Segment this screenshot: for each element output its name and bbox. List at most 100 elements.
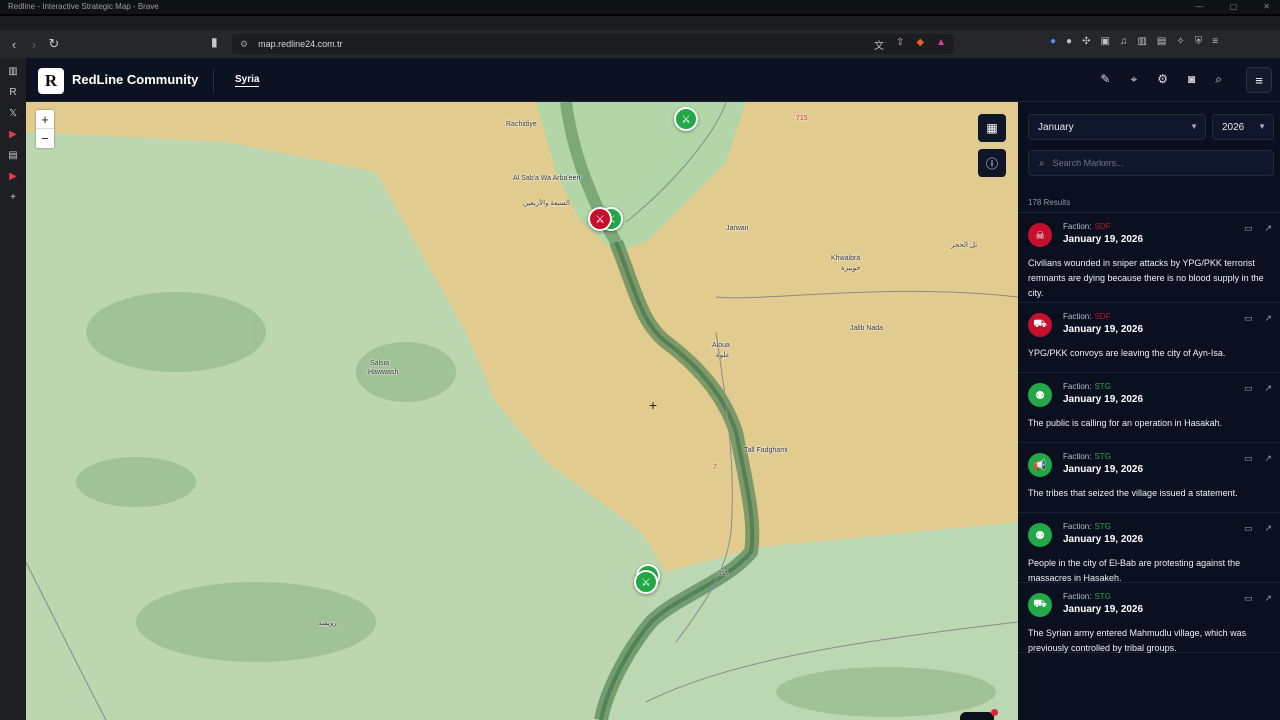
place-label: Hawwash bbox=[368, 369, 399, 376]
pin-icon[interactable]: ⌖ bbox=[1130, 72, 1137, 87]
rifle-icon: ⚔ bbox=[595, 213, 605, 226]
screenshot-icon[interactable]: ▣ bbox=[1100, 36, 1109, 47]
wallet-icon[interactable]: ▤ bbox=[1157, 36, 1166, 47]
minimize-icon[interactable]: — bbox=[1196, 0, 1204, 14]
item-description: The tribes that seized the village issue… bbox=[1028, 488, 1238, 498]
place-label: Jarwan bbox=[726, 225, 749, 232]
youtube-icon[interactable]: ▶ bbox=[9, 129, 17, 140]
video-icon[interactable]: ▭ bbox=[1244, 383, 1253, 394]
redline-badge[interactable]: R bbox=[960, 712, 994, 720]
item-description: YPG/PKK convoys are leaving the city of … bbox=[1028, 348, 1226, 358]
place-label: Rachidiye bbox=[506, 121, 537, 128]
camera-icon[interactable]: ◙ bbox=[1188, 72, 1195, 87]
map-layers-button[interactable]: ▦ bbox=[978, 114, 1006, 142]
extension-icon[interactable]: ● bbox=[1066, 36, 1072, 47]
external-link-icon[interactable]: ↗ bbox=[1264, 383, 1272, 394]
x-icon[interactable]: 𝕏 bbox=[9, 108, 17, 119]
map-icon: ▦ bbox=[986, 121, 998, 135]
zoom-out-button[interactable]: − bbox=[36, 129, 54, 148]
road-label: 7 bbox=[713, 464, 717, 471]
faction-line: Faction: STG bbox=[1063, 592, 1111, 601]
site-settings-icon[interactable]: ⚙ bbox=[240, 39, 248, 50]
item-date: January 19, 2026 bbox=[1063, 394, 1144, 405]
tab-syria[interactable]: Syria bbox=[235, 74, 260, 87]
feed-item[interactable]: ⛟ Faction: SDF January 19, 2026 ▭ ↗ YPG/PKK co… bbox=[1018, 303, 1280, 373]
feed-item[interactable]: 📢 Faction: STG January 19, 2026 ▭ ↗ The tribes… bbox=[1018, 443, 1280, 513]
brave-shields-icon[interactable]: ◆ bbox=[916, 37, 924, 52]
share-icon[interactable]: ⇪ bbox=[896, 37, 904, 52]
close-icon[interactable]: ✕ bbox=[1263, 0, 1270, 14]
faction-label: Faction: bbox=[1063, 522, 1092, 531]
map-marker[interactable]: ⚔ bbox=[588, 207, 612, 231]
map-marker[interactable]: ⚔ bbox=[674, 107, 698, 131]
browser-menu-icon[interactable]: ≡ bbox=[1212, 36, 1218, 47]
video-icon[interactable]: ▭ bbox=[1244, 593, 1253, 604]
back-icon[interactable]: ‹ bbox=[4, 34, 24, 54]
place-label: رويسة bbox=[318, 620, 337, 627]
reload-icon[interactable]: ↻ bbox=[44, 34, 64, 54]
wallet-icon[interactable]: ▤ bbox=[8, 150, 17, 161]
feed-item[interactable]: ⚉ Faction: STG January 19, 2026 ▭ ↗ The public… bbox=[1018, 373, 1280, 443]
external-link-icon[interactable]: ↗ bbox=[1264, 223, 1272, 234]
leo-icon[interactable]: ✧ bbox=[1176, 36, 1184, 47]
hamburger-icon[interactable]: ≡ bbox=[1246, 67, 1272, 93]
brave-rewards-icon[interactable]: ▲ bbox=[936, 37, 946, 52]
faction-name: SDF bbox=[1094, 222, 1111, 231]
gear-icon[interactable]: ⚙ bbox=[1157, 72, 1168, 87]
media-icon[interactable]: ♫ bbox=[1120, 36, 1128, 47]
map-marker[interactable]: ⚔ bbox=[634, 570, 658, 594]
external-link-icon[interactable]: ↗ bbox=[1264, 523, 1272, 534]
feed-item[interactable]: ⚉ Faction: STG January 19, 2026 ▭ ↗ People in … bbox=[1018, 513, 1280, 583]
faction-label: Faction: bbox=[1063, 312, 1092, 321]
forward-icon[interactable]: › bbox=[24, 34, 44, 54]
truck-icon: ⛟ bbox=[1028, 313, 1052, 337]
translate-icon[interactable]: 文 bbox=[874, 37, 884, 52]
faction-name: STG bbox=[1094, 452, 1111, 461]
extensions-icon[interactable]: ✣ bbox=[1082, 36, 1090, 47]
logo[interactable]: R bbox=[38, 68, 64, 94]
map-info-button[interactable]: ⓘ bbox=[978, 149, 1006, 177]
bookmark-icon[interactable]: ▮ bbox=[211, 35, 218, 49]
item-date: January 19, 2026 bbox=[1063, 234, 1144, 245]
maximize-icon[interactable]: ▢ bbox=[1230, 0, 1238, 14]
search-placeholder: Search Markers... bbox=[1052, 158, 1124, 168]
faction-name: STG bbox=[1094, 522, 1111, 531]
rifle-icon: ⚔ bbox=[641, 576, 651, 589]
address-bar[interactable]: ⚙ map.redline24.com.tr 文 ⇪ ◆ ▲ bbox=[232, 34, 954, 54]
faction-line: Faction: STG bbox=[1063, 522, 1111, 531]
external-link-icon[interactable]: ↗ bbox=[1264, 593, 1272, 604]
edit-icon[interactable]: ✎ bbox=[1100, 72, 1110, 87]
video-icon[interactable]: ▭ bbox=[1244, 313, 1253, 324]
sidebar-icon[interactable]: ▥ bbox=[1137, 36, 1146, 47]
video-icon[interactable]: ▭ bbox=[1244, 223, 1253, 234]
external-link-icon[interactable]: ↗ bbox=[1264, 313, 1272, 324]
zoom-in-button[interactable]: + bbox=[36, 110, 54, 129]
video-icon[interactable]: ▭ bbox=[1244, 453, 1253, 464]
feed-item[interactable]: ☠ Faction: SDF January 19, 2026 ▭ ↗ Civilians … bbox=[1018, 213, 1280, 303]
youtube-icon[interactable]: ▶ bbox=[9, 171, 17, 182]
feed-item[interactable]: ⛟ Faction: STG January 19, 2026 ▭ ↗ The Syrian… bbox=[1018, 583, 1280, 653]
item-actions: ▭ ↗ bbox=[1244, 593, 1272, 604]
extension-icon[interactable]: ● bbox=[1050, 36, 1056, 47]
vpn-icon[interactable]: ⛨ bbox=[1195, 36, 1203, 47]
faction-line: Faction: STG bbox=[1063, 382, 1111, 391]
chevron-down-icon: ▼ bbox=[1258, 122, 1266, 131]
search-icon[interactable]: ⌕ bbox=[1215, 72, 1222, 87]
redline-favicon-icon[interactable]: R bbox=[9, 87, 16, 98]
rifle-icon: ⚔ bbox=[681, 113, 691, 126]
video-icon[interactable]: ▭ bbox=[1244, 523, 1253, 534]
window-controls: — ▢ ✕ bbox=[1196, 0, 1270, 14]
month-select[interactable]: January ▼ bbox=[1028, 114, 1206, 140]
faction-line: Faction: SDF bbox=[1063, 222, 1110, 231]
crowd-icon: ⚉ bbox=[1028, 523, 1052, 547]
brand-name[interactable]: RedLine Community bbox=[72, 72, 198, 87]
item-description: Civilians wounded in sniper attacks by Y… bbox=[1028, 258, 1264, 298]
item-actions: ▭ ↗ bbox=[1244, 223, 1272, 234]
marker-search-input[interactable]: ⌕ Search Markers... bbox=[1028, 150, 1274, 176]
external-link-icon[interactable]: ↗ bbox=[1264, 453, 1272, 464]
sidebar-toggle-icon[interactable]: ▥ bbox=[8, 66, 17, 77]
year-select[interactable]: 2026 ▼ bbox=[1212, 114, 1274, 140]
browser-toolbar: ‹ › ↻ ▮ ⚙ map.redline24.com.tr 文 ⇪ ◆ ▲ ●… bbox=[0, 30, 1280, 58]
map-canvas[interactable]: + − ▦ ⓘ Rachidiye Al Sab'a Wa Arba'een ا… bbox=[26, 102, 1018, 720]
add-icon[interactable]: + bbox=[10, 192, 16, 203]
